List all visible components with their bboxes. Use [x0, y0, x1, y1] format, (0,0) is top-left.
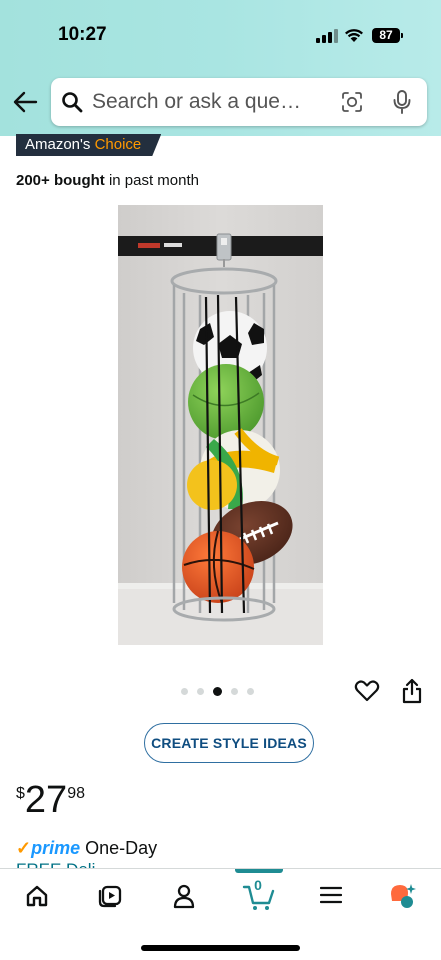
- rufus-assistant-icon[interactable]: [389, 882, 417, 910]
- carousel-dot[interactable]: [247, 688, 254, 695]
- carousel-dot[interactable]: [197, 688, 204, 695]
- search-input[interactable]: Search or ask a que…: [92, 90, 301, 114]
- back-arrow-icon[interactable]: [12, 90, 38, 114]
- amazons-choice-badge: Amazon's Choice: [16, 134, 161, 156]
- share-icon[interactable]: [401, 678, 423, 704]
- battery-indicator: 87: [372, 28, 400, 43]
- carousel-dot-active[interactable]: [213, 687, 222, 696]
- account-icon[interactable]: [171, 883, 197, 909]
- carousel-dot[interactable]: [181, 688, 188, 695]
- badge-highlight: Choice: [94, 136, 142, 153]
- create-style-ideas-button[interactable]: CREATE STYLE IDEAS: [144, 723, 314, 763]
- bought-count: 200+ bought: [16, 172, 105, 189]
- bought-suffix: in past month: [108, 172, 199, 189]
- cellular-signal-icon: [316, 29, 338, 43]
- camera-search-icon[interactable]: [340, 90, 364, 114]
- video-icon[interactable]: [97, 883, 123, 909]
- price: $2798: [16, 778, 85, 822]
- price-currency: $: [16, 785, 25, 802]
- bought-in-past-month: 200+ bought in past month: [16, 172, 199, 189]
- home-indicator: [141, 945, 300, 951]
- product-image[interactable]: [118, 205, 323, 645]
- badge-prefix: Amazon's: [25, 136, 91, 153]
- search-icon: [62, 92, 83, 113]
- home-icon[interactable]: [24, 883, 50, 909]
- wifi-icon: [345, 29, 363, 42]
- price-whole: 27: [24, 779, 68, 821]
- cart-button[interactable]: 0: [242, 877, 276, 911]
- battery-cap: [401, 33, 403, 38]
- delivery-speed: One-Day: [85, 838, 158, 858]
- image-carousel-indicator[interactable]: [181, 687, 254, 696]
- heart-icon[interactable]: [354, 679, 380, 703]
- status-bar: 10:27 87: [0, 0, 441, 70]
- status-time: 10:27: [58, 24, 107, 45]
- prime-check-icon: ✓: [16, 838, 32, 858]
- cart-count: 0: [254, 877, 262, 893]
- search-bar[interactable]: Search or ask a que…: [51, 78, 427, 126]
- microphone-icon[interactable]: [391, 89, 413, 115]
- menu-icon[interactable]: [320, 885, 342, 905]
- prime-logo: prime: [31, 838, 81, 858]
- price-fraction: 98: [67, 785, 85, 802]
- prime-delivery-row: ✓prime One-Day: [16, 838, 157, 859]
- carousel-dot[interactable]: [231, 688, 238, 695]
- nav-active-indicator: [235, 869, 283, 873]
